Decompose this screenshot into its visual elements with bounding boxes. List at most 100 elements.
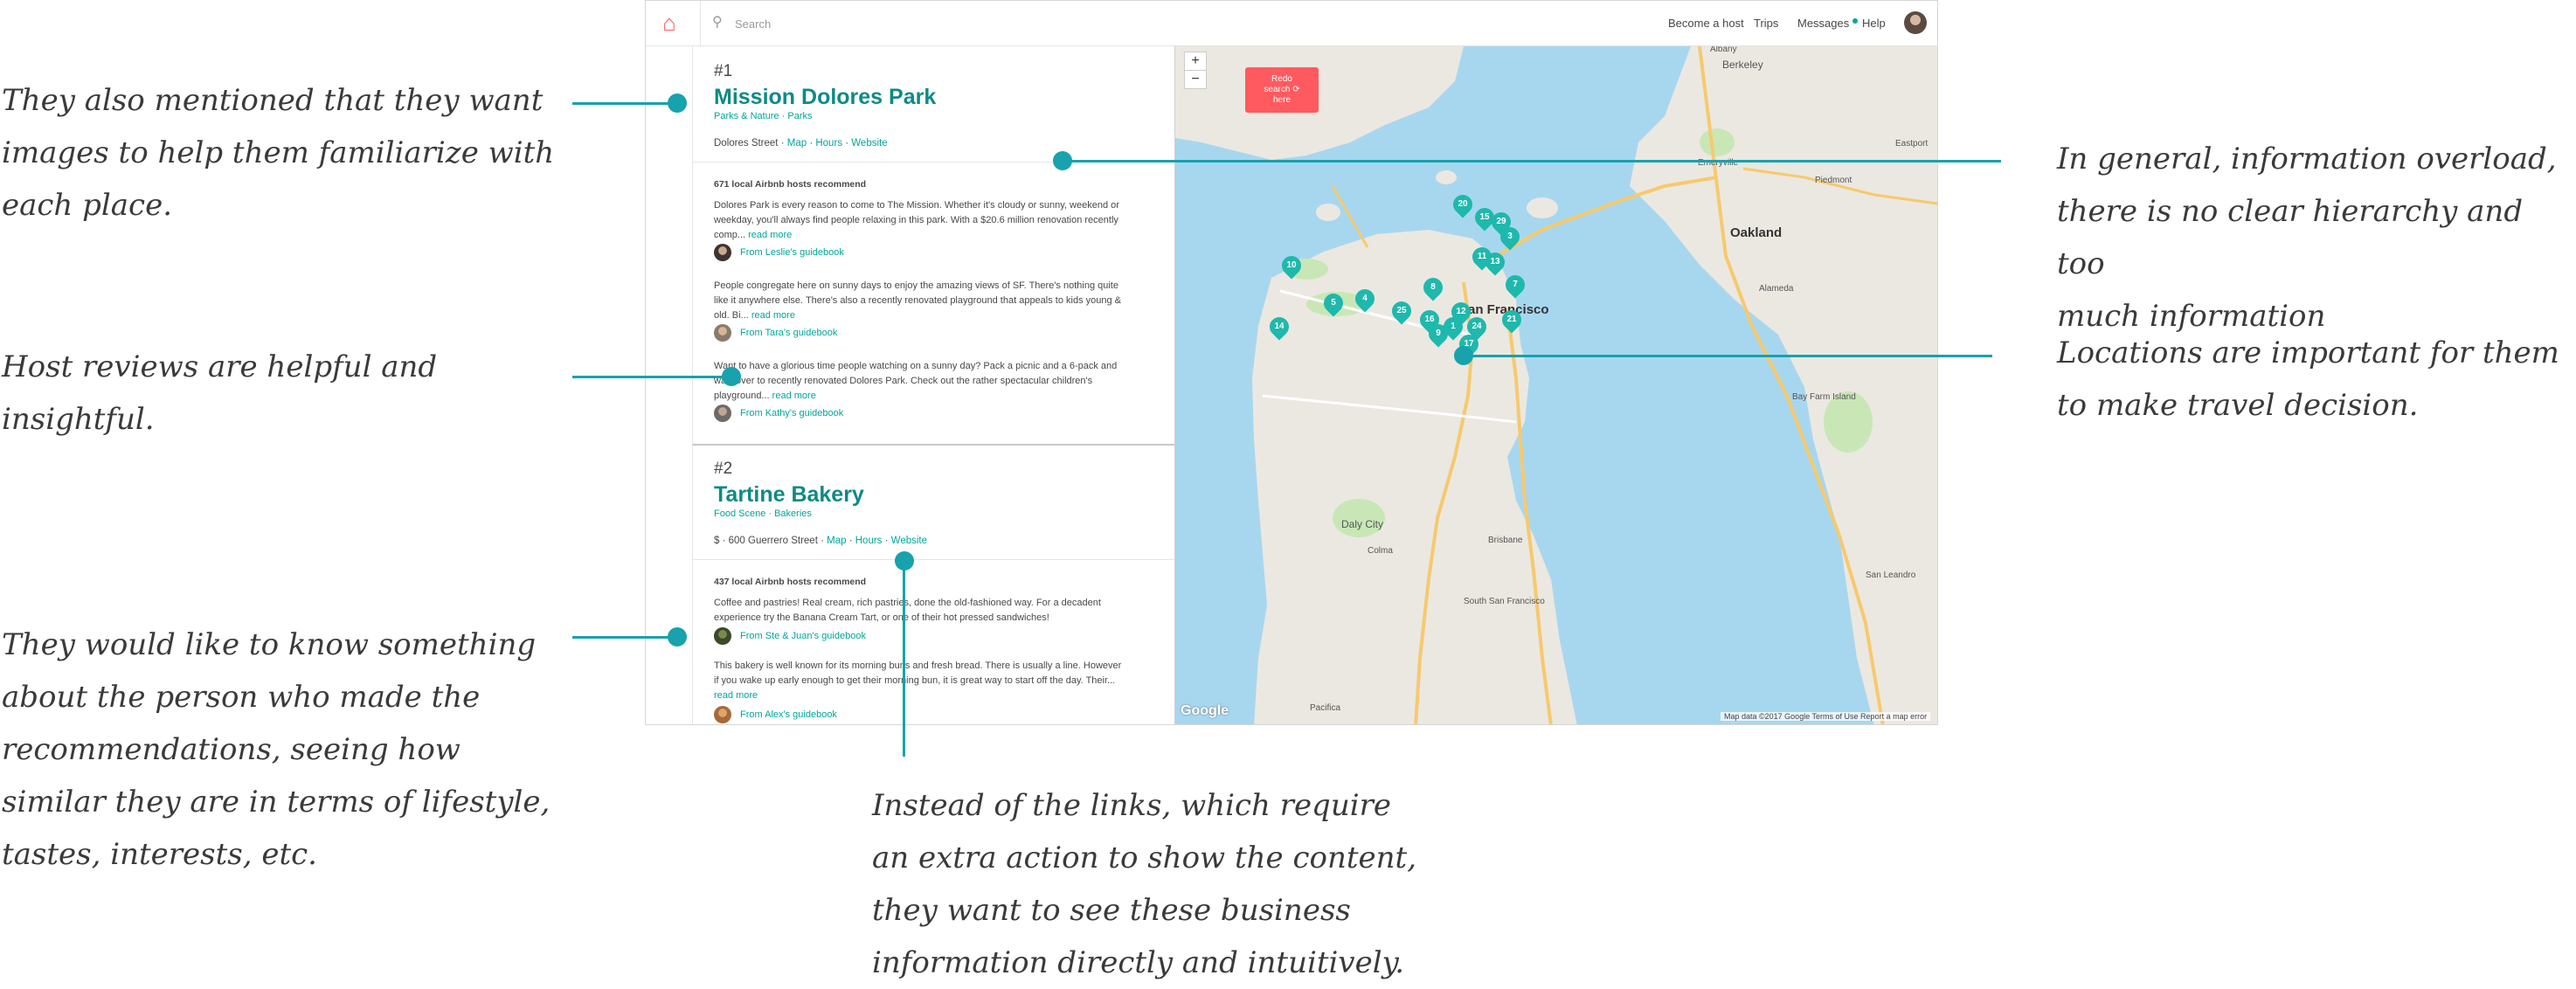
map-attribution[interactable]: Map data ©2017 Google Terms of Use Repor… — [1721, 712, 1931, 721]
map-link[interactable]: Map — [827, 536, 846, 546]
place-tags[interactable]: Parks & Nature · Parks — [714, 111, 812, 121]
zoom-out-button[interactable]: − — [1184, 70, 1207, 89]
review-text: Coffee and pastries! Real cream, rich pa… — [714, 598, 1101, 623]
places-list[interactable]: #1 Mission Dolores Park Parks & Nature ·… — [693, 46, 1175, 724]
divider — [700, 1, 701, 45]
search-icon: ⚲ — [712, 15, 723, 30]
leader-dot-links — [895, 551, 914, 571]
map-pin[interactable]: 25 — [1388, 297, 1416, 325]
place-card: #2 Tartine Bakery Food Scene · Bakeries … — [693, 446, 1174, 724]
user-avatar[interactable] — [1904, 11, 1927, 34]
guidebook-link[interactable]: From Leslie's guidebook — [714, 244, 844, 263]
map-label-pacifica: Pacifica — [1310, 703, 1341, 713]
place-address: Dolores Street — [714, 138, 779, 149]
read-more-link[interactable]: read more — [748, 230, 792, 240]
map-pin[interactable]: 7 — [1501, 271, 1529, 299]
website-link[interactable]: Website — [891, 536, 927, 546]
map-pin[interactable]: 8 — [1419, 273, 1447, 301]
annotation-images: They also mentioned that they want image… — [2, 83, 555, 223]
place-tags[interactable]: Food Scene · Bakeries — [714, 508, 812, 519]
map-pin[interactable]: 20 — [1449, 190, 1477, 218]
place-card: #1 Mission Dolores Park Parks & Nature ·… — [693, 46, 1174, 444]
hours-link[interactable]: Hours — [855, 536, 883, 546]
map-label-alameda: Alameda — [1759, 284, 1794, 294]
nav-become-host[interactable]: Become a host — [1668, 17, 1744, 30]
place-rank: #2 — [714, 460, 733, 478]
map-base — [1175, 46, 1937, 724]
read-more-link[interactable]: read more — [772, 391, 816, 401]
map-link[interactable]: Map — [787, 138, 807, 149]
leader-dot-host-reviews — [722, 367, 741, 386]
leader-dot-overload — [1053, 151, 1072, 170]
map-label-colma: Colma — [1368, 546, 1393, 556]
map-pin[interactable]: 16 — [1416, 306, 1444, 334]
search-input[interactable] — [733, 13, 999, 34]
map-label-piedmont: Piedmont — [1815, 176, 1852, 185]
zoom-in-button[interactable]: + — [1184, 52, 1207, 71]
airbnb-screenshot: ⌂ ⚲ Become a host Trips Messages Help #1… — [645, 0, 1938, 725]
annotation-person: They would like to know something about … — [2, 627, 551, 872]
place-rank: #1 — [714, 62, 733, 80]
map-label-san-leandro: San Leandro — [1866, 571, 1916, 580]
leader-line-overload — [1066, 160, 2001, 163]
annotation-locations: Locations are important for them to make… — [2057, 335, 2559, 423]
nav-trips[interactable]: Trips — [1754, 17, 1778, 30]
hosts-recommend-count: 671 local Airbnb hosts recommend — [714, 179, 867, 190]
leader-dot-person — [668, 627, 687, 647]
guidebook-link[interactable]: From Tara's guidebook — [714, 324, 837, 343]
map-pin[interactable]: 4 — [1351, 285, 1379, 313]
guidebook-link[interactable]: From Kathy's guidebook — [714, 405, 843, 424]
refresh-icon: ⟳ — [1292, 85, 1300, 94]
leader-line-person — [572, 636, 677, 639]
map-pin[interactable]: 3 — [1496, 223, 1524, 251]
map-label-brisbane: Brisbane — [1488, 536, 1523, 545]
airbnb-logo-icon[interactable]: ⌂ — [656, 10, 682, 36]
guidebook-link[interactable]: From Alex's guidebook — [714, 706, 837, 724]
map-pin[interactable]: 13 — [1481, 248, 1509, 276]
map-label-oakland: Oakland — [1730, 225, 1783, 240]
host-avatar — [714, 627, 731, 645]
map-pin[interactable]: 10 — [1278, 252, 1305, 280]
review-text: People congregate here on sunny days to … — [714, 280, 1122, 321]
nav-help[interactable]: Help — [1862, 17, 1886, 30]
leader-dot-images — [668, 93, 687, 113]
read-more-link[interactable]: read more — [714, 690, 758, 701]
place-info: Dolores Street · Map · Hours · Website — [714, 138, 888, 149]
leader-line-images — [572, 102, 677, 105]
place-name[interactable]: Mission Dolores Park — [714, 85, 936, 110]
map-label-eastport: Eastport — [1895, 139, 1929, 149]
hosts-recommend-count: 437 local Airbnb hosts recommend — [714, 577, 867, 587]
notification-dot — [1852, 18, 1858, 24]
divider — [693, 559, 1174, 560]
leader-line-host-reviews — [572, 376, 725, 378]
hours-link[interactable]: Hours — [815, 138, 842, 149]
host-avatar — [714, 706, 731, 723]
annotation-overload: In general, information overload, there … — [2057, 142, 2557, 334]
map-view[interactable]: + − Redo search ⟳ here Oakland San Franc… — [1175, 46, 1937, 724]
place-info: $ · 600 Guerrero Street · Map · Hours · … — [714, 536, 928, 546]
left-sidebar — [646, 46, 693, 724]
review-text: Dolores Park is every reason to come to … — [714, 200, 1119, 240]
map-pin[interactable]: 5 — [1319, 289, 1347, 317]
review-text: Want to have a glorious time people watc… — [714, 361, 1118, 401]
website-link[interactable]: Website — [851, 138, 887, 149]
top-bar: ⌂ ⚲ Become a host Trips Messages Help — [646, 1, 1937, 46]
read-more-link[interactable]: read more — [751, 310, 795, 321]
map-label-albany: Albany — [1710, 46, 1737, 54]
leader-dot-locations — [1454, 346, 1473, 365]
map-label-daly-city: Daly City — [1341, 518, 1384, 530]
google-logo: Google — [1181, 703, 1229, 718]
place-name[interactable]: Tartine Bakery — [714, 482, 864, 508]
place-address: $ · 600 Guerrero Street — [714, 536, 818, 546]
map-label-south-sf: South San Francisco — [1464, 597, 1545, 606]
guidebook-link[interactable]: From Ste & Juan's guidebook — [714, 627, 866, 647]
map-label-berkeley: Berkeley — [1722, 59, 1763, 71]
nav-messages[interactable]: Messages — [1797, 17, 1849, 30]
host-avatar — [714, 324, 731, 342]
map-pin[interactable]: 14 — [1265, 313, 1293, 341]
map-pin[interactable]: 21 — [1498, 306, 1526, 334]
leader-line-links — [903, 561, 905, 757]
host-avatar — [714, 405, 731, 422]
annotation-host-reviews: Host reviews are helpful and insightful. — [2, 349, 438, 437]
redo-search-button[interactable]: Redo search ⟳ here — [1245, 67, 1319, 113]
